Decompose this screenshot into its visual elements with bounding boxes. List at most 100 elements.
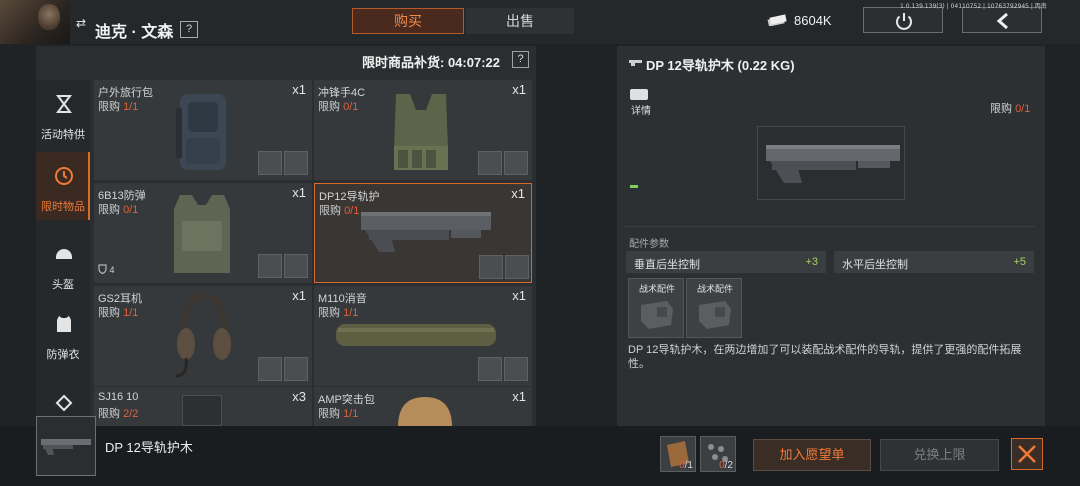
details-label[interactable]: 详情 — [631, 102, 651, 117]
item-card-chest-rig[interactable]: 冲锋手4C 限购 0/1 x1 — [314, 80, 532, 180]
assault-pack-image — [398, 397, 452, 426]
sj16-image — [182, 395, 222, 426]
item-qty: x3 — [292, 389, 306, 404]
item-limit: 限购 0/1 — [318, 101, 359, 113]
item-name: SJ16 10 — [98, 391, 139, 403]
version-text: 1.0.139.139(3) | 04110752 | 10763792945 … — [900, 3, 1047, 10]
close-icon — [1018, 445, 1036, 463]
item-qty: x1 — [512, 82, 526, 97]
tab-sell[interactable]: 出售 — [466, 8, 574, 34]
category-event[interactable]: 活动特供 — [36, 80, 90, 148]
player-avatar[interactable] — [0, 0, 70, 44]
item-card-assault-pack[interactable]: AMP突击包 限购 1/1 x1 — [314, 387, 532, 426]
rail-handguard-preview-image — [766, 145, 900, 183]
restock-help-button[interactable]: ? — [512, 51, 529, 68]
attachment-slot — [258, 151, 282, 175]
item-qty: x1 — [512, 389, 526, 404]
body-armor-image — [174, 195, 230, 273]
item-card-sj16[interactable]: SJ16 10 限购 2/2 x3 — [94, 387, 312, 426]
cost-count: 0/1 — [679, 460, 693, 471]
category-label: 头盔 — [52, 279, 74, 291]
headset-image — [175, 292, 231, 378]
item-card-suppressor[interactable]: M110消音 限购 1/1 x1 — [314, 286, 532, 386]
armor-class: 4 — [98, 264, 115, 275]
rail-handguard-thumb-image — [41, 439, 91, 455]
category-helmet[interactable]: 头盔 — [36, 230, 90, 298]
item-limit: 限购 1/1 — [98, 307, 139, 319]
chevron-left-icon — [996, 12, 1008, 30]
slot-label: 战术配件 — [696, 284, 733, 294]
slot-label: 战术配件 — [638, 284, 675, 294]
item-card-backpack[interactable]: 户外旅行包 限购 1/1 x1 — [94, 80, 312, 180]
cost-item-2[interactable]: 0/2 — [700, 436, 736, 472]
add-to-wishlist-button[interactable]: 加入愿望单 — [753, 439, 871, 471]
redeem-limit-button[interactable]: 兑换上限 — [880, 439, 999, 471]
clock-icon — [55, 167, 73, 185]
category-list: 活动特供 限时物品 头盔 防弹衣 — [36, 80, 90, 426]
attachment-slot — [504, 151, 528, 175]
item-card-headset[interactable]: GS2耳机 限购 1/1 x1 — [94, 286, 312, 386]
help-button[interactable]: ? — [180, 21, 198, 38]
item-qty: x1 — [292, 82, 306, 97]
category-label: 防弹衣 — [46, 349, 80, 361]
attachment-slot — [505, 255, 529, 279]
detail-limit: 限购 0/1 — [990, 103, 1031, 115]
item-limit: 限购 0/1 — [98, 204, 139, 216]
helmet-icon — [56, 249, 72, 259]
attachment-slot — [479, 255, 503, 279]
backpack-icon — [55, 394, 73, 412]
stat-label: 垂直后坐控制 — [634, 259, 700, 271]
attachment-slot — [258, 254, 282, 278]
divider — [625, 226, 1035, 227]
params-label: 配件参数 — [629, 239, 669, 250]
shield-icon — [98, 264, 107, 275]
close-button[interactable] — [1011, 438, 1043, 470]
backpack-image — [176, 94, 226, 170]
suppressor-image — [336, 324, 496, 346]
tab-buy[interactable]: 购买 — [352, 8, 464, 34]
category-vest[interactable]: 防弹衣 — [36, 300, 90, 368]
tactical-slot-1[interactable]: 战术配件 — [628, 278, 684, 338]
attachment-slot — [478, 357, 502, 381]
item-limit: 限购 0/1 — [319, 205, 360, 217]
item-qty: x1 — [512, 288, 526, 303]
player-name: 迪克 · 文森 — [95, 24, 174, 41]
item-preview — [757, 126, 905, 200]
attachment-slot — [284, 254, 308, 278]
category-label: 活动特供 — [41, 129, 85, 141]
category-limited[interactable]: 限时物品 — [36, 152, 90, 220]
restock-timer: 限时商品补货: 04:07:22 — [362, 55, 500, 70]
item-qty: x1 — [292, 185, 306, 200]
item-limit: 限购 2/2 — [98, 408, 139, 420]
cost-count: 0/2 — [719, 460, 733, 471]
status-indicator — [630, 185, 638, 188]
tactical-slot-2[interactable]: 战术配件 — [686, 278, 742, 338]
hourglass-icon — [56, 95, 72, 113]
stat-label: 水平后坐控制 — [842, 259, 908, 271]
money-value: 8604K — [794, 13, 832, 28]
item-detail-title: DP 12导轨护木 (0.22 KG) — [646, 58, 795, 73]
item-card-body-armor[interactable]: 6B13防弹 限购 0/1 x1 4 — [94, 183, 312, 283]
item-description: DP 12导轨护木，在两边增加了可以装配战术配件的导轨，提供了更强的配件拓展性。 — [628, 344, 1022, 370]
power-button[interactable] — [863, 7, 943, 33]
item-card-rail-handguard[interactable]: DP12导轨护 限购 0/1 x1 — [314, 183, 532, 283]
tactical-attachment-icon — [699, 301, 731, 329]
item-limit: 限购 1/1 — [318, 307, 359, 319]
attachment-slot — [284, 357, 308, 381]
attachment-slot — [478, 151, 502, 175]
attachment-slot — [258, 357, 282, 381]
money-icon — [767, 14, 787, 26]
item-limit: 限购 1/1 — [318, 408, 359, 420]
category-label: 限时物品 — [41, 201, 85, 213]
selected-item-name: DP 12导轨护木 — [105, 440, 193, 455]
vest-icon — [57, 316, 71, 332]
cost-item-1[interactable]: 0/1 — [660, 436, 696, 472]
attachment-slot — [504, 357, 528, 381]
rail-handguard-image — [361, 212, 491, 252]
swap-icon[interactable]: ⇄ — [76, 17, 90, 29]
item-qty: x1 — [292, 288, 306, 303]
back-button[interactable] — [962, 7, 1042, 33]
attachment-slot — [284, 151, 308, 175]
details-icon[interactable] — [630, 89, 648, 100]
handguard-small-icon — [629, 60, 642, 66]
